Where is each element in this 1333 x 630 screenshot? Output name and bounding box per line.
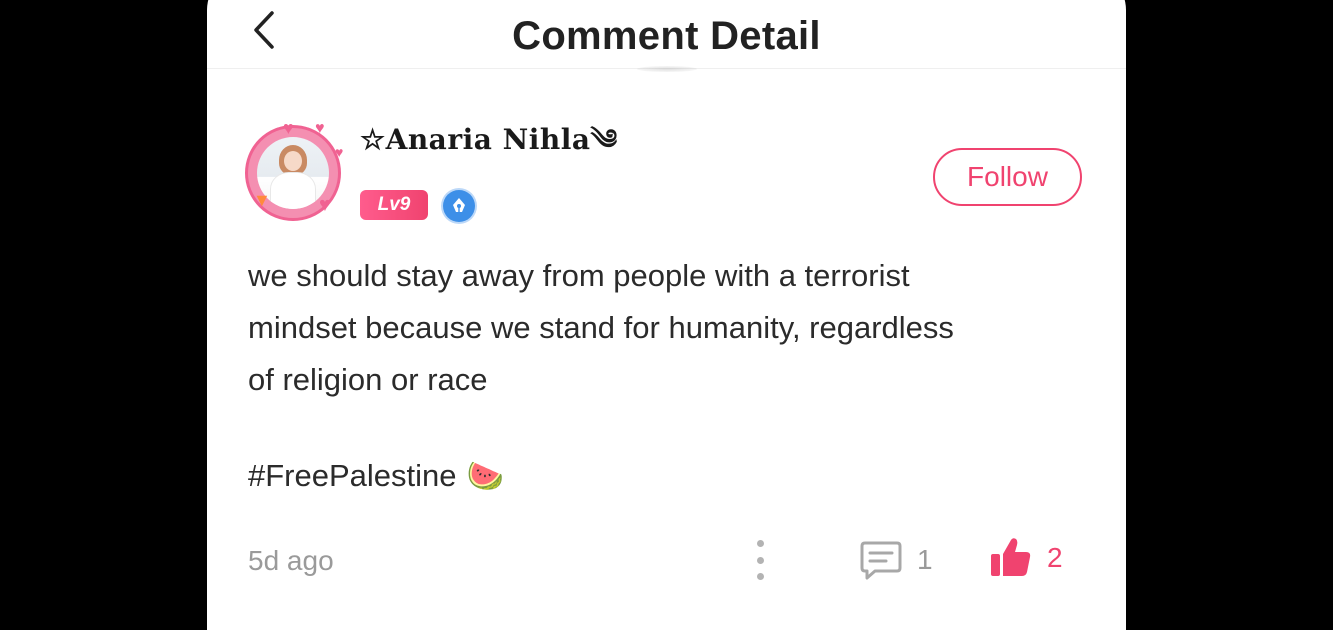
avatar[interactable]: ♥ ♥ ♥ ♥ ▼ [245,119,349,229]
top-bar: Comment Detail [207,0,1126,69]
like-button[interactable]: 2 [989,534,1063,582]
like-count: 2 [1047,542,1063,573]
heart-icon: ♥ [315,120,325,137]
level-badge: Lv9 [360,190,428,220]
more-options-button[interactable] [747,540,773,580]
more-vertical-icon [756,540,764,547]
hashtag-line: #FreePalestine 🍉 [248,458,504,494]
comment-text: we should stay away from people with a t… [248,258,954,397]
header-divider-shadow [637,66,697,72]
follow-button[interactable]: Follow [933,148,1082,206]
thumbs-up-icon [991,538,1031,576]
comment-detail-screen: Comment Detail ♥ ♥ ♥ ♥ ▼ ☆Anaria Nihla༄ … [207,0,1126,630]
heart-icon: ♥ [283,118,294,138]
page-title: Comment Detail [512,14,821,58]
role-badge [443,190,475,222]
comment-timestamp: 5d ago [248,545,334,576]
carrot-icon: ▼ [253,190,271,210]
hashtag-link[interactable]: #FreePalestine [248,458,457,494]
heart-icon: ♥ [319,194,331,216]
comment-icon [860,541,902,580]
heart-icon: ♥ [335,144,344,160]
pen-nib-icon [453,198,465,212]
author-name[interactable]: ☆Anaria Nihla༄ [360,108,618,187]
reply-count: 1 [917,544,933,575]
watermelon-icon: 🍉 [466,459,504,493]
reply-button[interactable]: 1 [859,536,933,584]
